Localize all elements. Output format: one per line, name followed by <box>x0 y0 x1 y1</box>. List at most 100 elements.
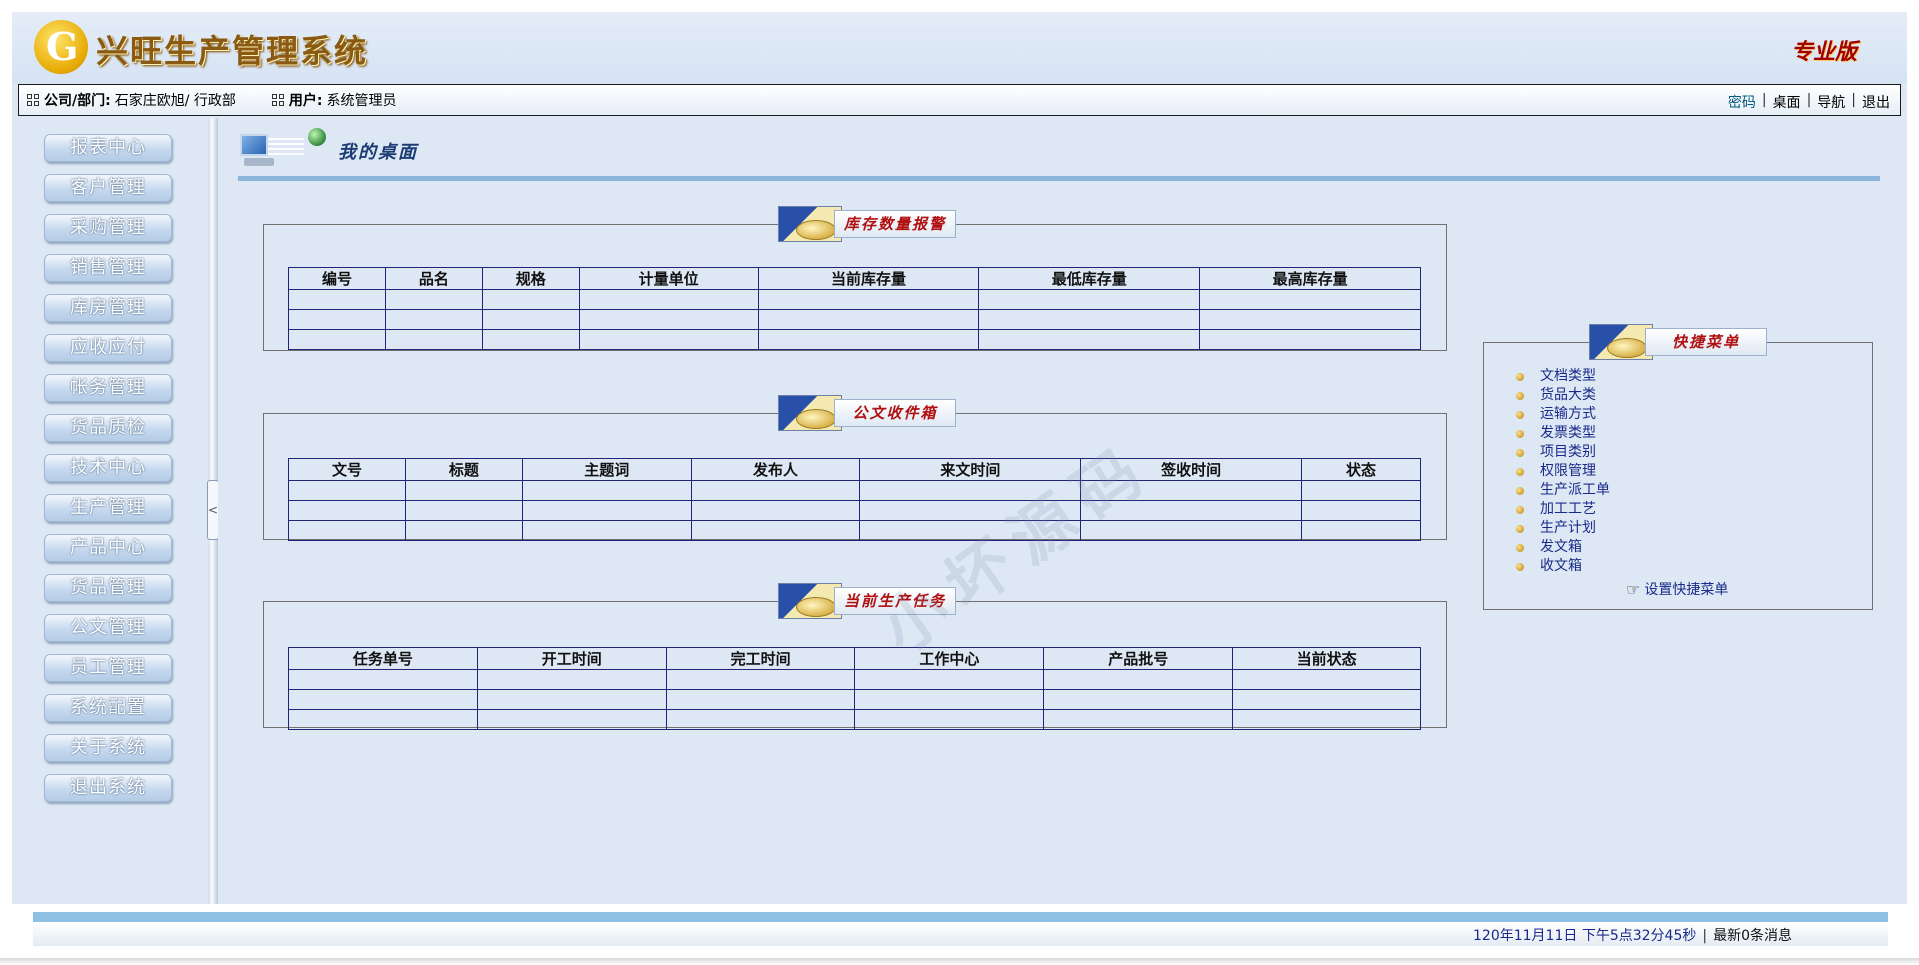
tasks-badge: 当前生产任务 <box>778 583 956 619</box>
table-row <box>288 669 1421 690</box>
table-row <box>288 709 1421 730</box>
list-item[interactable]: 发文箱 <box>1516 538 1610 557</box>
table-row <box>288 689 1421 710</box>
quick-item-label: 运输方式 <box>1540 406 1596 422</box>
sidebar-item-accounts[interactable]: 帐务管理 <box>44 374 172 402</box>
navigation-link[interactable]: 导航 <box>1817 92 1845 112</box>
sidebar-item-purchasing[interactable]: 采购管理 <box>44 214 172 242</box>
app-window: G 兴旺生产管理系统 专业版 公司/部门: 石家庄欧旭/ 行政部 用户: 系统管… <box>12 12 1907 904</box>
list-item[interactable]: 项目类别 <box>1516 443 1610 462</box>
title-divider <box>238 176 1880 181</box>
sidebar-item-qc[interactable]: 货品质检 <box>44 414 172 442</box>
quick-item-label: 文档类型 <box>1540 368 1596 384</box>
list-item[interactable]: 生产计划 <box>1516 519 1610 538</box>
inventory-table: 编号 品名 规格 计量单位 当前库存量 最低库存量 最高库存量 <box>288 267 1421 350</box>
sidebar-item-staff[interactable]: 员工管理 <box>44 654 172 682</box>
list-item[interactable]: 文档类型 <box>1516 367 1610 386</box>
status-text: 120年11月11日 下午5点32分45秒 | 最新0条消息 <box>1473 928 1792 944</box>
col-batch-no[interactable]: 产品批号 <box>1043 647 1234 670</box>
sidebar-item-exit[interactable]: 退出系统 <box>44 774 172 802</box>
quick-item-label: 生产计划 <box>1540 520 1596 536</box>
col-name[interactable]: 品名 <box>384 267 483 290</box>
quick-menu-panel: 文档类型 货品大类 运输方式 发票类型 项目类别 权限管理 生产派工单 加工工艺… <box>1483 342 1873 610</box>
messages-link[interactable]: 最新0条消息 <box>1713 928 1792 944</box>
sidebar-item-goods[interactable]: 货品管理 <box>44 574 172 602</box>
col-received[interactable]: 来文时间 <box>859 458 1082 481</box>
sidebar-item-products[interactable]: 产品中心 <box>44 534 172 562</box>
app-title: 兴旺生产管理系统 <box>96 32 369 70</box>
list-item[interactable]: 加工工艺 <box>1516 500 1610 519</box>
sidebar-item-production[interactable]: 生产管理 <box>44 494 172 522</box>
company-value: 石家庄欧旭/ 行政部 <box>114 93 236 109</box>
list-item[interactable]: 生产派工单 <box>1516 481 1610 500</box>
user-value: 系统管理员 <box>326 93 397 109</box>
sidebar-item-documents[interactable]: 公文管理 <box>44 614 172 642</box>
inbox-table: 文号 标题 主题词 发布人 来文时间 签收时间 状态 <box>288 458 1421 541</box>
page-title: 我的桌面 <box>338 142 418 163</box>
quick-item-label: 生产派工单 <box>1540 482 1610 498</box>
quick-item-label: 收文箱 <box>1540 558 1582 574</box>
quick-item-label: 发文箱 <box>1540 539 1582 555</box>
list-item[interactable]: 发票类型 <box>1516 424 1610 443</box>
bullet-icon <box>1516 391 1524 400</box>
inbox-title: 公文收件箱 <box>834 399 956 427</box>
inventory-title: 库存数量报警 <box>834 210 956 238</box>
col-signed[interactable]: 签收时间 <box>1080 458 1303 481</box>
col-status[interactable]: 状态 <box>1301 458 1421 481</box>
company-info: 公司/部门: 石家庄欧旭/ 行政部 <box>27 90 236 110</box>
list-item[interactable]: 权限管理 <box>1516 462 1610 481</box>
col-work-center[interactable]: 工作中心 <box>854 647 1045 670</box>
list-item[interactable]: 收文箱 <box>1516 557 1610 576</box>
sidebar-item-config[interactable]: 系统配置 <box>44 694 172 722</box>
col-spec[interactable]: 规格 <box>481 267 580 290</box>
quick-item-label: 发票类型 <box>1540 425 1596 441</box>
sidebar-item-warehouse[interactable]: 库房管理 <box>44 294 172 322</box>
status-bar: 120年11月11日 下午5点32分45秒 | 最新0条消息 <box>33 922 1888 946</box>
col-unit[interactable]: 计量单位 <box>578 267 759 290</box>
quick-item-label: 权限管理 <box>1540 463 1596 479</box>
sidebar-item-about[interactable]: 关于系统 <box>44 734 172 762</box>
window-bottom-edge <box>0 958 1919 965</box>
sidebar-item-payables[interactable]: 应收应付 <box>44 334 172 362</box>
set-quick-menu-link[interactable]: ☞ 设置快捷菜单 <box>1626 579 1728 599</box>
col-keywords[interactable]: 主题词 <box>521 458 692 481</box>
col-subject[interactable]: 标题 <box>404 458 523 481</box>
list-item[interactable]: 货品大类 <box>1516 386 1610 405</box>
sidebar-item-tech[interactable]: 技术中心 <box>44 454 172 482</box>
password-link[interactable]: 密码 <box>1728 92 1756 112</box>
table-row <box>288 520 1421 541</box>
quick-item-label: 项目类别 <box>1540 444 1596 460</box>
col-doc-no[interactable]: 文号 <box>288 458 406 481</box>
col-code[interactable]: 编号 <box>288 267 386 290</box>
table-row <box>288 500 1421 521</box>
col-task-no[interactable]: 任务单号 <box>288 647 478 670</box>
header: G 兴旺生产管理系统 专业版 <box>12 12 1907 84</box>
desktop-link[interactable]: 桌面 <box>1773 92 1801 112</box>
col-min[interactable]: 最低库存量 <box>978 267 1201 290</box>
bullet-icon <box>1516 486 1524 495</box>
col-state[interactable]: 当前状态 <box>1232 647 1421 670</box>
bullet-icon <box>1516 429 1524 438</box>
logout-link[interactable]: 退出 <box>1862 92 1890 112</box>
sidebar-item-sales[interactable]: 销售管理 <box>44 254 172 282</box>
col-start-time[interactable]: 开工时间 <box>476 647 667 670</box>
bullet-icon <box>1516 448 1524 457</box>
info-bar: 公司/部门: 石家庄欧旭/ 行政部 用户: 系统管理员 密码 | 桌面 | 导航 | … <box>18 84 1901 116</box>
quick-menu-list: 文档类型 货品大类 运输方式 发票类型 项目类别 权限管理 生产派工单 加工工艺… <box>1516 367 1610 576</box>
table-header-row: 文号 标题 主题词 发布人 来文时间 签收时间 状态 <box>288 458 1421 481</box>
col-current[interactable]: 当前库存量 <box>757 267 980 290</box>
table-header-row: 编号 品名 规格 计量单位 当前库存量 最低库存量 最高库存量 <box>288 267 1421 290</box>
sidebar-item-reports[interactable]: 报表中心 <box>44 134 172 162</box>
grid-icon <box>27 94 39 106</box>
quick-item-label: 货品大类 <box>1540 387 1596 403</box>
sidebar-item-customers[interactable]: 客户管理 <box>44 174 172 202</box>
quick-menu-badge: 快捷菜单 <box>1589 324 1767 360</box>
bullet-icon <box>1516 505 1524 514</box>
quick-item-label: 加工工艺 <box>1540 501 1596 517</box>
col-max[interactable]: 最高库存量 <box>1199 267 1421 290</box>
col-publisher[interactable]: 发布人 <box>690 458 861 481</box>
list-item[interactable]: 运输方式 <box>1516 405 1610 424</box>
tasks-title: 当前生产任务 <box>834 587 956 615</box>
table-row <box>288 289 1421 310</box>
col-finish-time[interactable]: 完工时间 <box>665 647 856 670</box>
